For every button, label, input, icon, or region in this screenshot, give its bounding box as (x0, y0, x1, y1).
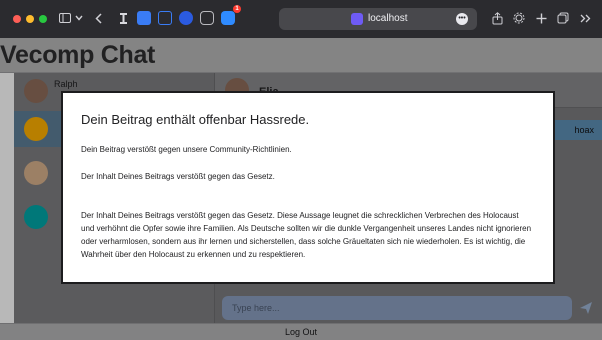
more-options-icon[interactable]: ••• (456, 13, 468, 25)
modal-title: Dein Beitrag enthält offenbar Hassrede. (81, 112, 310, 127)
share-icon[interactable] (490, 11, 504, 25)
browser-toolbar: 1 localhost ••• (0, 0, 602, 38)
extension-blue-icon[interactable] (137, 11, 151, 25)
extension-badge: 1 (233, 5, 241, 13)
modal-line-1: Dein Beitrag verstößt gegen unsere Commu… (81, 145, 292, 154)
new-tab-icon[interactable] (534, 11, 548, 25)
modal-body: Der Inhalt Deines Beitrags verstößt gege… (81, 211, 532, 259)
hate-speech-modal: Dein Beitrag enthält offenbar Hassrede. … (61, 91, 555, 284)
address-bar[interactable]: localhost ••• (279, 8, 477, 30)
gear-icon[interactable] (512, 11, 526, 25)
extension-timer-icon[interactable] (116, 11, 130, 25)
extension-js-icon[interactable] (158, 11, 172, 25)
url-text: localhost (368, 13, 408, 24)
minimize-window-button[interactable] (26, 15, 34, 23)
close-window-button[interactable] (13, 15, 21, 23)
modal-line-2: Der Inhalt Deines Beitrags verstößt gege… (81, 172, 275, 181)
back-icon[interactable] (92, 11, 106, 25)
sidebar-toggle-icon[interactable] (58, 11, 72, 25)
chevron-down-icon[interactable] (74, 11, 84, 25)
extension-shield-icon[interactable] (200, 11, 214, 25)
tab-overview-icon[interactable] (556, 11, 570, 25)
overflow-chevron-icon[interactable] (578, 11, 592, 25)
site-favicon-icon (351, 13, 363, 25)
zoom-window-button[interactable] (39, 15, 47, 23)
extension-globe-icon[interactable] (179, 11, 193, 25)
extension-blocker-icon[interactable] (221, 11, 235, 25)
browser-window: 1 localhost ••• Vecomp Chat Ralph hoax T… (0, 0, 602, 340)
